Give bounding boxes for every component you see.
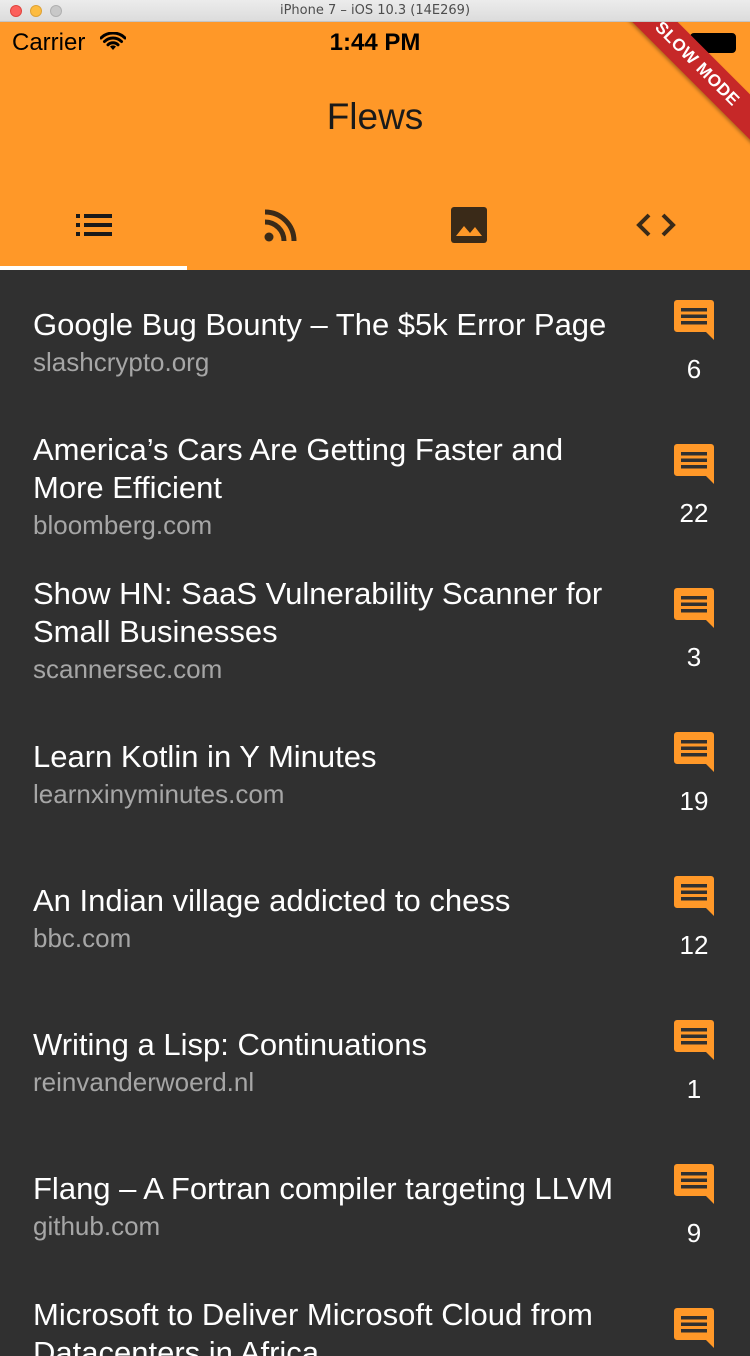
comment-icon xyxy=(674,1164,714,1204)
tab-images[interactable] xyxy=(375,180,563,270)
story-title: Learn Kotlin in Y Minutes xyxy=(33,739,377,774)
comments-button[interactable] xyxy=(650,1300,738,1356)
comments-button[interactable]: 3 xyxy=(650,580,738,680)
status-time: 1:44 PM xyxy=(329,29,421,56)
story-title: America’s Cars Are Getting Faster and Mo… xyxy=(33,432,564,505)
list-icon xyxy=(75,214,112,236)
comment-count: 1 xyxy=(686,1074,702,1104)
comments-button[interactable]: 12 xyxy=(650,868,738,968)
list-item[interactable]: America’s Cars Are Getting Faster and Mo… xyxy=(0,414,750,558)
story-list[interactable]: Google Bug Bounty – The $5k Error Page s… xyxy=(0,270,750,1356)
list-item[interactable]: Flang – A Fortran compiler targeting LLV… xyxy=(0,1134,750,1278)
comments-button[interactable]: 6 xyxy=(650,292,738,392)
tab-code[interactable] xyxy=(563,180,750,270)
comment-icon xyxy=(674,1308,714,1348)
story-title: Flang – A Fortran compiler targeting LLV… xyxy=(33,1171,614,1206)
list-item[interactable]: An Indian village addicted to chess bbc.… xyxy=(0,846,750,990)
comment-icon xyxy=(674,300,714,340)
list-item[interactable]: Google Bug Bounty – The $5k Error Page s… xyxy=(0,270,750,414)
comment-icon xyxy=(674,444,714,484)
story-text: Learn Kotlin in Y Minutes learnxinyminut… xyxy=(33,702,633,846)
story-text: Show HN: SaaS Vulnerability Scanner for … xyxy=(33,558,633,702)
tab-feed[interactable] xyxy=(188,180,376,270)
comment-count: 12 xyxy=(679,930,709,960)
list-item[interactable]: Learn Kotlin in Y Minutes learnxinyminut… xyxy=(0,702,750,846)
code-icon xyxy=(636,213,677,237)
simulator-title-bar: iPhone 7 – iOS 10.3 (14E269) xyxy=(0,0,750,22)
story-title: Writing a Lisp: Continuations xyxy=(33,1027,428,1062)
comment-icon xyxy=(674,1020,714,1060)
story-title: Microsoft to Deliver Microsoft Cloud fro… xyxy=(33,1297,593,1356)
comment-count: 6 xyxy=(686,354,702,384)
story-text: An Indian village addicted to chess bbc.… xyxy=(33,846,633,990)
story-text: Flang – A Fortran compiler targeting LLV… xyxy=(33,1134,633,1278)
rss-feed-icon xyxy=(264,209,297,242)
story-domain: bloomberg.com xyxy=(33,510,213,540)
comment-icon xyxy=(674,732,714,772)
list-item[interactable]: Writing a Lisp: Continuations reinvander… xyxy=(0,990,750,1134)
story-domain: learnxinyminutes.com xyxy=(33,779,285,809)
comment-icon xyxy=(674,876,714,916)
simulator-frame: iPhone 7 – iOS 10.3 (14E269) Carrier 1:4… xyxy=(0,0,750,1356)
story-title: An Indian village addicted to chess xyxy=(33,883,511,918)
tab-bar xyxy=(0,180,750,270)
story-text: America’s Cars Are Getting Faster and Mo… xyxy=(33,414,633,558)
story-text: Microsoft to Deliver Microsoft Cloud fro… xyxy=(33,1278,633,1356)
story-domain: reinvanderwoerd.nl xyxy=(33,1067,255,1097)
comment-count: 22 xyxy=(679,498,709,528)
comment-count: 3 xyxy=(686,642,702,672)
story-title: Show HN: SaaS Vulnerability Scanner for … xyxy=(33,576,603,649)
comments-button[interactable]: 19 xyxy=(650,724,738,824)
story-domain: scannersec.com xyxy=(33,654,223,684)
comments-button[interactable]: 9 xyxy=(650,1156,738,1256)
comment-count: 9 xyxy=(686,1218,702,1248)
page-title: Flews xyxy=(326,96,424,137)
comments-button[interactable]: 22 xyxy=(650,436,738,536)
story-domain: bbc.com xyxy=(33,923,132,953)
list-item[interactable]: Show HN: SaaS Vulnerability Scanner for … xyxy=(0,558,750,702)
story-text: Google Bug Bounty – The $5k Error Page s… xyxy=(33,270,633,414)
app-bar: Carrier 1:44 PM Flews SLOW MODE xyxy=(0,22,750,270)
story-domain: slashcrypto.org xyxy=(33,347,210,377)
story-text: Writing a Lisp: Continuations reinvander… xyxy=(33,990,633,1134)
tab-list[interactable] xyxy=(0,180,188,270)
comment-icon xyxy=(674,588,714,628)
story-domain: github.com xyxy=(33,1211,161,1241)
image-icon xyxy=(450,207,487,243)
simulator-title: iPhone 7 – iOS 10.3 (14E269) xyxy=(279,3,471,18)
comment-count: 19 xyxy=(679,786,709,816)
list-item[interactable]: Microsoft to Deliver Microsoft Cloud fro… xyxy=(0,1278,750,1356)
story-title: Google Bug Bounty – The $5k Error Page xyxy=(33,307,607,342)
comments-button[interactable]: 1 xyxy=(650,1012,738,1112)
